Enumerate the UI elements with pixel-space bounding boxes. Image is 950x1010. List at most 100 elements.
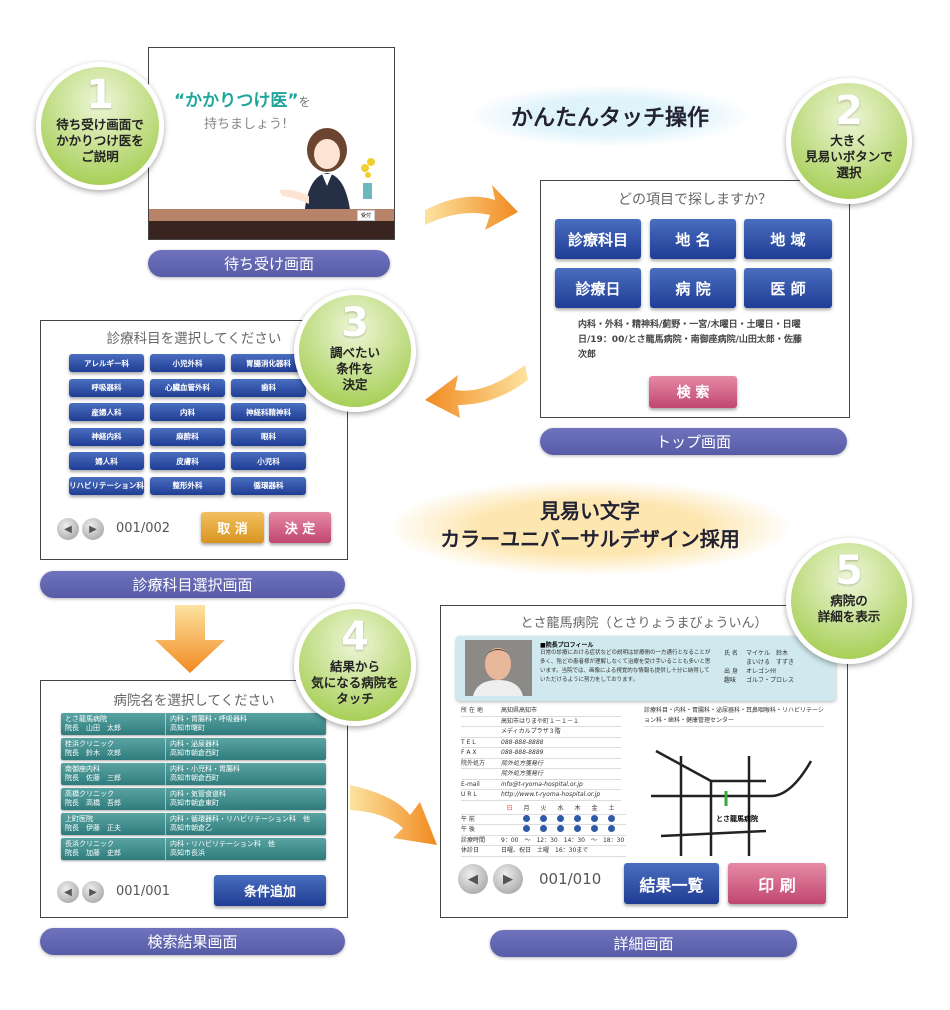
design-banner: 見易い文字 カラーユニバーサルデザイン採用 (390, 480, 790, 575)
open-dot-icon (574, 814, 581, 822)
prev-page-button[interactable]: ◀ (458, 864, 488, 894)
search-by-department-button[interactable]: 診療科目 (555, 219, 641, 259)
department-button[interactable]: アレルギー科 (69, 354, 144, 372)
hospital-result-row[interactable]: 南御座内科 院長 佐藤 三郎 内科・小児科・胃腸科 高知市朝倉西町 (61, 763, 326, 785)
hospital-departments: 内科・泌尿器科 (170, 740, 219, 748)
hospital-departments: 内科・気管食道科 (170, 790, 226, 798)
info-value[interactable]: info@t-ryoma-hospital.or.jp (501, 780, 583, 790)
department-button[interactable]: 小児外科 (150, 354, 225, 372)
cancel-button[interactable]: 取 消 (201, 512, 264, 543)
open-dot-icon (608, 814, 615, 822)
step-2-badge: 2 大きく 見易いボタンで 選択 (786, 78, 912, 204)
search-by-day-button[interactable]: 診療日 (555, 268, 641, 308)
step-1-badge: 1 待ち受け画面で かかりつけ医を ご説明 (36, 62, 164, 190)
profile-fact-key: 趣味 (724, 677, 737, 684)
am-label: 午 前 (461, 815, 475, 823)
hospital-name: 高橋クリニック (65, 790, 114, 798)
department-button[interactable]: 内科 (150, 403, 225, 421)
hospital-info-cell: 内科・泌尿器科 高知市朝倉西町 (166, 738, 223, 760)
top-screen-title: どの項目で探しますか？ (618, 192, 772, 208)
profile-fact: 氏 名 マイケル 鈴木 (724, 649, 794, 658)
info-row: T E L 088-888-8888 (461, 738, 621, 748)
department-button[interactable]: 麻酔科 (150, 427, 225, 446)
hospital-result-row[interactable]: 高橋クリニック 院長 高橋 吾郎 内科・気管食道科 高知市朝倉東町 (61, 788, 326, 810)
detail-screen-label: 詳細画面 (490, 930, 797, 957)
receptionist-illustration (279, 128, 375, 218)
profile-fact-key: 出 身 (724, 668, 738, 675)
open-dot-icon (540, 814, 547, 822)
design-banner-line1: 見易い文字 (540, 499, 640, 523)
search-button[interactable]: 検 索 (649, 376, 737, 408)
profile-fact-value: マイケル 鈴木 (746, 650, 789, 657)
prev-page-button[interactable]: ◀ (57, 518, 79, 540)
info-row: U R L http://www.t-ryoma-hospital.or.jp (461, 790, 621, 801)
info-value[interactable]: http://www.t-ryoma-hospital.or.jp (501, 790, 600, 800)
department-button[interactable]: 婦人科 (69, 452, 144, 470)
department-button[interactable]: 整形外科 (150, 476, 225, 495)
info-key (461, 717, 501, 727)
standby-subline: 持ちましょう! (204, 117, 288, 132)
hospital-director: 院長 山田 太郎 (65, 724, 121, 732)
confirm-button[interactable]: 決 定 (269, 512, 331, 543)
profile-fact: 出 身 オレゴン州 (724, 667, 794, 676)
closed-label: 休診日 (461, 847, 480, 854)
hospital-result-row[interactable]: とさ龍馬病院 院長 山田 太郎 内科・胃腸科・呼吸器科 高知市曙町 (61, 713, 326, 735)
hospital-result-row[interactable]: 桂浜クリニック 院長 鈴木 次郎 内科・泌尿器科 高知市朝倉西町 (61, 738, 326, 760)
search-by-area-button[interactable]: 地 域 (744, 219, 832, 259)
schedule-table: 日 月 火 水 木 金 土 午 前 午 後 診療時間 9：00 ～ 12：30 14：30 ～… (461, 804, 626, 857)
hospital-director: 院長 佐藤 三郎 (65, 774, 121, 782)
open-dot-icon (591, 825, 598, 832)
department-button[interactable]: 神経内科 (69, 427, 144, 446)
next-page-button[interactable]: ▶ (82, 518, 104, 540)
profile-fact-value: ゴルフ・プロレス (746, 677, 795, 684)
open-dot-icon (591, 814, 598, 822)
hospital-name-cell: 桂浜クリニック 院長 鈴木 次郎 (61, 738, 166, 760)
hospital-info-cell: 内科・胃腸科・呼吸器科 高知市曙町 (166, 713, 251, 735)
info-row: メディカルプラザ３階 (461, 727, 621, 738)
department-button[interactable]: 産婦人科 (69, 403, 144, 421)
hospital-info-cell: 内科・気管食道科 高知市朝倉東町 (166, 788, 230, 810)
search-by-doctor-button[interactable]: 医 師 (744, 268, 832, 308)
day-header: 土 (608, 805, 615, 812)
hospital-director: 院長 鈴木 次郎 (65, 749, 121, 757)
profile-box: ■院長プロフィール 日常の診療における症状などの説明は診療側の一方通行となること… (456, 636, 836, 701)
open-dot-icon (523, 814, 530, 822)
department-button[interactable]: 神経科精神科 (231, 403, 306, 421)
department-screen-label: 診療科目選択画面 (40, 571, 345, 598)
department-button[interactable]: 心臓血管外科 (150, 378, 225, 397)
department-button[interactable]: 呼吸器科 (69, 378, 144, 397)
search-by-place-button[interactable]: 地 名 (650, 219, 736, 259)
results-list-button[interactable]: 結果一覧 (624, 863, 719, 904)
hospital-address: 高知市曙町 (170, 724, 205, 732)
info-row: 所 在 地 高知県高知市 (461, 706, 621, 717)
print-button[interactable]: 印 刷 (728, 863, 826, 904)
search-by-hospital-button[interactable]: 病 院 (650, 268, 736, 308)
hospital-result-row[interactable]: 上町医院 院長 伊藤 正夫 内科・循環器科・リハビリテーション科 他高知市朝倉乙 (61, 813, 326, 835)
hospital-departments: 内科・小児科・胃腸科 (170, 765, 240, 773)
department-button[interactable]: 循環器科 (231, 476, 306, 495)
hospital-director: 院長 高橋 吾郎 (65, 799, 121, 807)
hours-label: 診療時間 (461, 836, 486, 844)
next-page-button[interactable]: ▶ (82, 881, 104, 903)
open-dot-icon (557, 825, 564, 832)
department-button[interactable]: リハビリテーション科 (69, 476, 144, 495)
department-button[interactable]: 歯科 (231, 378, 306, 397)
results-screen-label: 検索結果画面 (40, 928, 345, 955)
detail-screen-title: とさ龍馬病院（とさりょうまびょういん） (520, 616, 768, 631)
prev-page-button[interactable]: ◀ (57, 881, 79, 903)
hospital-departments: 内科・胃腸科・呼吸器科 (170, 715, 247, 723)
info-key (461, 769, 501, 779)
info-row: E-mail info@t-ryoma-hospital.or.jp (461, 780, 621, 790)
department-button[interactable]: 眼科 (231, 427, 306, 446)
hospital-address: 高知市朝倉西町 (170, 749, 219, 757)
hospital-name: 桂浜クリニック (65, 740, 114, 748)
department-button[interactable]: 皮膚科 (150, 452, 225, 470)
info-key: F A X (461, 749, 477, 756)
department-button[interactable]: 小児科 (231, 452, 306, 470)
add-condition-button[interactable]: 条件追加 (214, 875, 326, 906)
open-dot-icon (608, 825, 615, 832)
info-key (461, 727, 501, 737)
hospital-result-row[interactable]: 長浜クリニック 院長 加藤 史郎 内科・リハビリテーション科 他高知市長浜 (61, 838, 326, 860)
next-page-button[interactable]: ▶ (493, 864, 523, 894)
departments-text: 診療科目・内科・胃腸科・泌尿器科・耳鼻咽喉科・リハビリテーション科・歯科・健康管… (644, 706, 824, 727)
